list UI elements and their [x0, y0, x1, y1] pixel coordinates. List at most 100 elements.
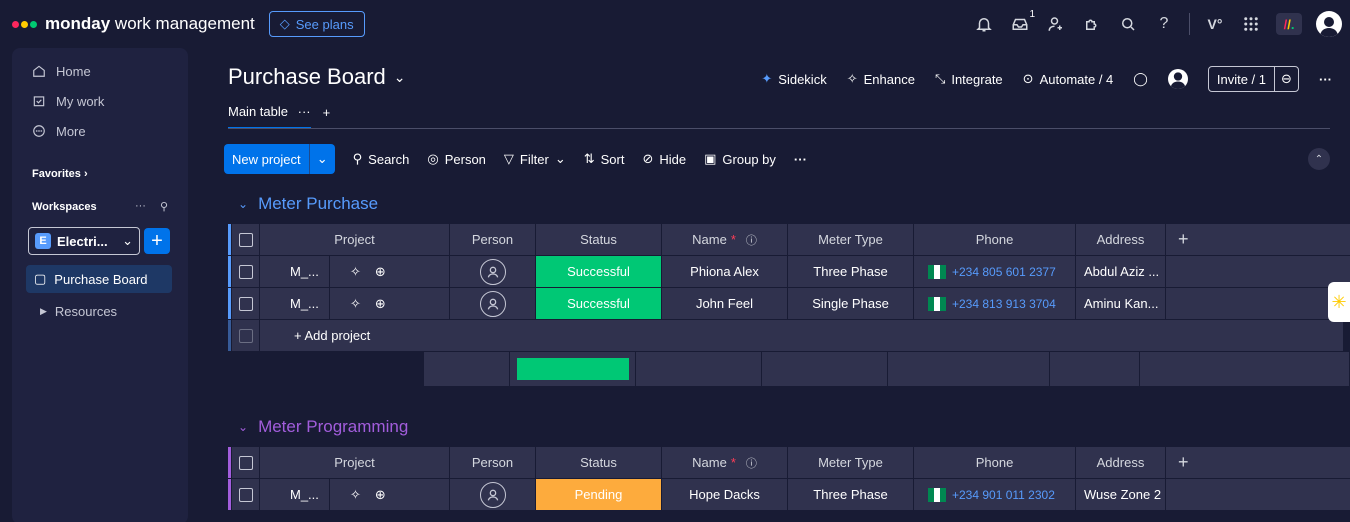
column-header-address[interactable]: Address [1076, 224, 1166, 256]
add-item-row[interactable]: + Add project [228, 320, 1344, 352]
phone-cell[interactable]: +234 813 913 3704 [914, 288, 1076, 320]
table-row[interactable]: M_... ✧ ⊕ Successful Phiona Alex Three P… [228, 256, 1350, 288]
add-update-icon[interactable]: ⊕ [375, 296, 386, 312]
search-icon[interactable] [1117, 13, 1139, 35]
select-all-checkbox[interactable] [232, 447, 260, 479]
board-owner-avatar[interactable] [1167, 69, 1188, 89]
add-column-button[interactable]: + [1166, 447, 1350, 479]
add-update-icon[interactable]: ⊕ [375, 264, 386, 280]
column-header-name[interactable]: Name * ⓘ [662, 447, 788, 479]
updates-icon[interactable]: ◯ [1133, 71, 1148, 87]
column-header-status[interactable]: Status [536, 447, 662, 479]
tab-main-table[interactable]: Main table ··· [228, 104, 311, 129]
toolbar-more-icon[interactable]: ··· [794, 152, 807, 167]
integrate-button[interactable]: ⤡ Integrate [935, 71, 1003, 87]
meter-type-cell[interactable]: Three Phase [788, 479, 914, 511]
column-header-status[interactable]: Status [536, 224, 662, 256]
column-header-meter-type[interactable]: Meter Type [788, 224, 914, 256]
status-cell[interactable]: Successful [536, 288, 662, 320]
name-cell[interactable]: John Feel [662, 288, 788, 320]
table-row[interactable]: M_... ✧ ⊕ Pending Hope Dacks Three Phase… [228, 479, 1350, 511]
address-cell[interactable]: Abdul Aziz ... [1076, 256, 1166, 288]
meter-type-cell[interactable]: Three Phase [788, 256, 914, 288]
sort-button[interactable]: ⇅ Sort [584, 151, 625, 167]
group-title-meter-purchase[interactable]: ⌄ Meter Purchase [238, 194, 378, 214]
search-button[interactable]: ⚲ Search [353, 151, 410, 167]
invite-button[interactable]: Invite / 1 ⊖ [1207, 66, 1299, 92]
automate-button[interactable]: ⊙ Automate / 4 [1023, 71, 1114, 87]
table-row[interactable]: M_... ✧ ⊕ Successful John Feel Single Ph… [228, 288, 1350, 320]
status-cell[interactable]: Pending [536, 479, 662, 511]
workspace-select[interactable]: E Electri... ⌄ [28, 227, 140, 255]
name-cell[interactable]: Phiona Alex [662, 256, 788, 288]
person-filter-button[interactable]: ◎ Person [427, 151, 486, 167]
hide-button[interactable]: ⊘ Hide [642, 151, 686, 167]
person-cell[interactable] [450, 479, 536, 511]
project-cell[interactable]: M_... [260, 288, 330, 320]
column-header-address[interactable]: Address [1076, 447, 1166, 479]
name-cell[interactable]: Hope Dacks [662, 479, 788, 511]
column-header-person[interactable]: Person [450, 447, 536, 479]
ai-sparkle-icon[interactable]: ✧ [350, 264, 361, 280]
address-cell[interactable]: Wuse Zone 2 [1076, 479, 1166, 511]
person-cell[interactable] [450, 288, 536, 320]
sidebar-item-home[interactable]: Home [12, 56, 188, 86]
phone-cell[interactable]: +234 805 601 2377 [914, 256, 1076, 288]
collapse-up-icon[interactable]: ⌃ [1308, 148, 1330, 170]
phone-cell[interactable]: +234 901 011 2302 [914, 479, 1076, 511]
board-more-icon[interactable]: ··· [1319, 72, 1332, 87]
person-cell[interactable] [450, 256, 536, 288]
link-icon[interactable]: ⊖ [1274, 66, 1298, 92]
phone-link[interactable]: +234 901 011 2302 [952, 488, 1055, 502]
column-header-phone[interactable]: Phone [914, 224, 1076, 256]
column-header-person[interactable]: Person [450, 224, 536, 256]
favorites-toggle[interactable]: Favorites › [12, 156, 188, 192]
project-cell[interactable]: M_... [260, 479, 330, 511]
user-avatar[interactable] [1316, 11, 1342, 37]
column-header-name[interactable]: Name * ⓘ [662, 224, 788, 256]
column-header-phone[interactable]: Phone [914, 447, 1076, 479]
workspace-search-icon[interactable]: ⚲ [160, 200, 168, 213]
sidebar-item-resources[interactable]: ▶ Resources [12, 293, 188, 329]
ai-sparkle-icon[interactable]: ✧ [350, 487, 361, 503]
new-project-button[interactable]: New project ⌄ [224, 144, 335, 174]
floating-helper-icon[interactable]: ✳ [1328, 282, 1350, 322]
see-plans-button[interactable]: ◇ See plans [268, 11, 365, 37]
column-header-meter-type[interactable]: Meter Type [788, 447, 914, 479]
status-cell[interactable]: Successful [536, 256, 662, 288]
enhance-button[interactable]: ✧ Enhance [847, 71, 915, 87]
info-icon[interactable]: ⓘ [746, 232, 757, 248]
sidebar-item-purchase-board[interactable]: ▢ Purchase Board [26, 265, 172, 293]
meter-type-cell[interactable]: Single Phase [788, 288, 914, 320]
add-update-icon[interactable]: ⊕ [375, 487, 386, 503]
grid-apps-icon[interactable] [1240, 13, 1262, 35]
board-title[interactable]: Purchase Board ⌄ [228, 64, 406, 90]
workspace-options-icon[interactable]: ··· [135, 200, 146, 213]
phone-link[interactable]: +234 805 601 2377 [952, 265, 1056, 279]
select-all-checkbox[interactable] [232, 224, 260, 256]
inbox-icon[interactable]: 1 [1009, 9, 1035, 35]
address-cell[interactable]: Aminu Kan... [1076, 288, 1166, 320]
column-header-project[interactable]: Project [260, 447, 450, 479]
filter-button[interactable]: ▽ Filter ⌄ [504, 151, 566, 167]
add-view-icon[interactable]: + [323, 105, 331, 128]
apps-puzzle-icon[interactable] [1081, 13, 1103, 35]
add-project-input[interactable]: + Add project [260, 320, 1344, 352]
tab-options-icon[interactable]: ··· [298, 104, 311, 119]
ai-assistant-icon[interactable]: V° [1204, 13, 1226, 35]
group-by-button[interactable]: ▣ Group by [704, 151, 776, 167]
chevron-down-icon[interactable]: ⌄ [308, 144, 335, 174]
sidebar-item-more[interactable]: More [12, 116, 188, 146]
add-workspace-item-button[interactable]: + [144, 228, 170, 254]
sidebar-item-my-work[interactable]: My work [12, 86, 188, 116]
ai-sparkle-icon[interactable]: ✧ [350, 296, 361, 312]
account-logo-icon[interactable]: / /. [1276, 13, 1302, 35]
brand-logo[interactable]: monday work management [12, 14, 255, 34]
status-summary[interactable] [510, 352, 636, 386]
phone-link[interactable]: +234 813 913 3704 [952, 297, 1056, 311]
row-checkbox[interactable] [232, 479, 260, 511]
info-icon[interactable]: ⓘ [746, 455, 757, 471]
project-cell[interactable]: M_... [260, 256, 330, 288]
column-header-project[interactable]: Project [260, 224, 450, 256]
sidekick-button[interactable]: ✦ Sidekick [761, 71, 826, 87]
